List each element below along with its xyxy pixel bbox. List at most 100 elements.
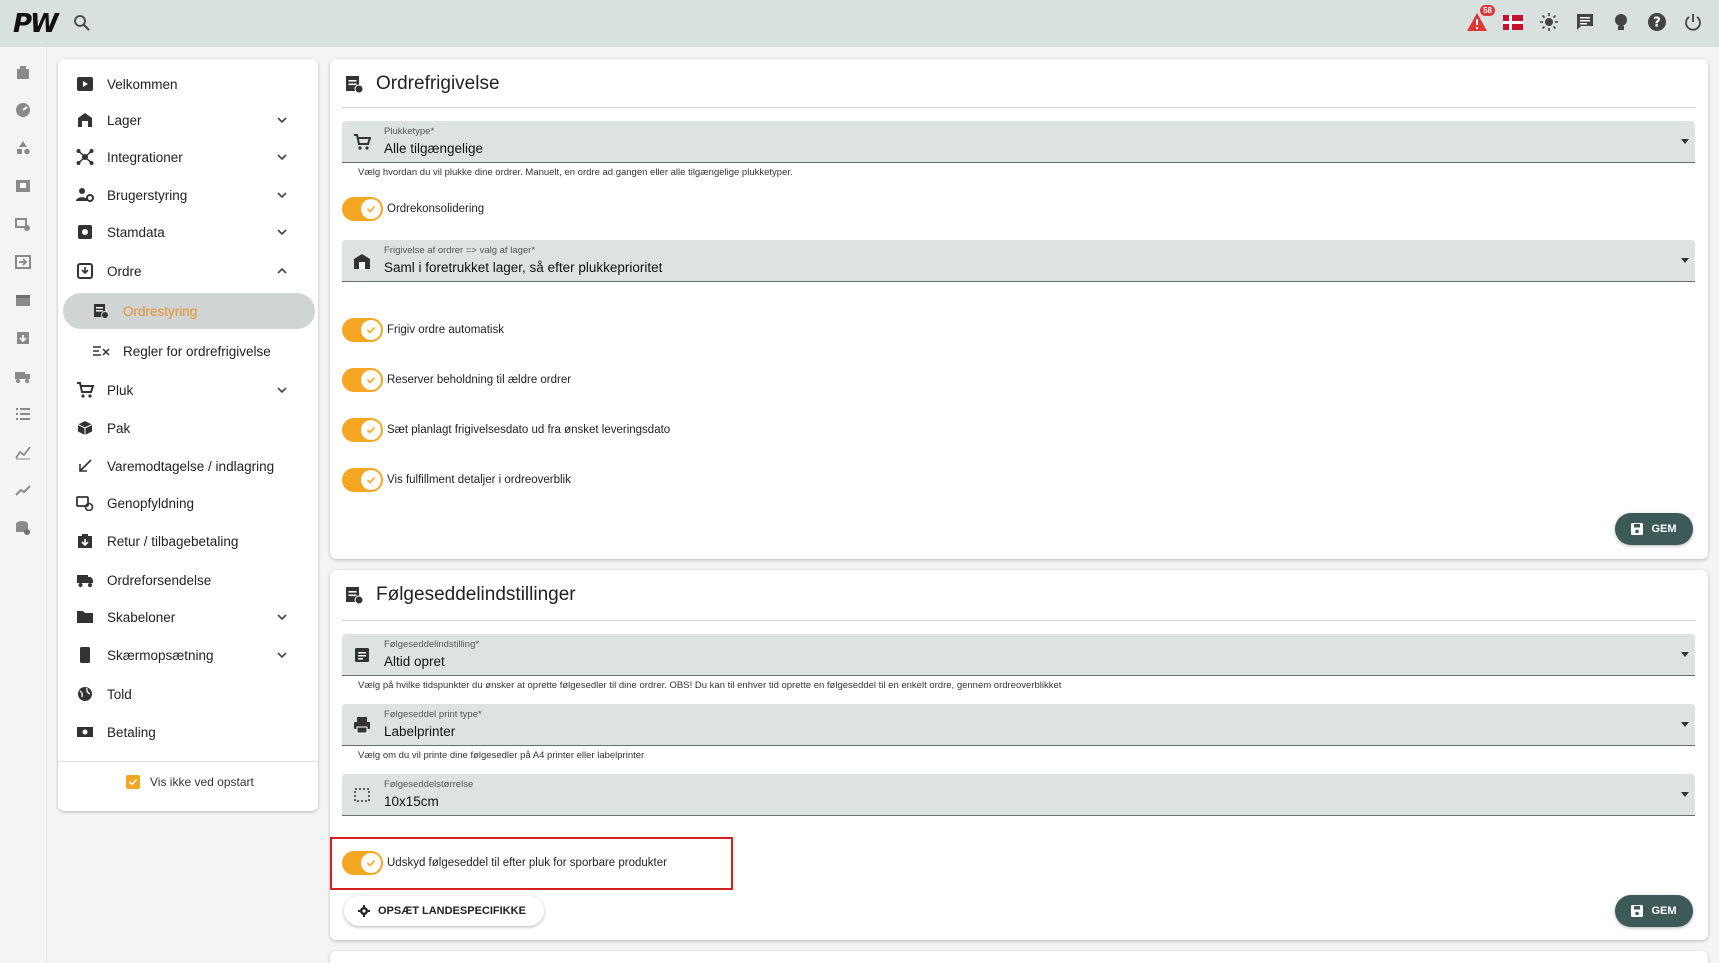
card-title: Ordrefrigivelse: [344, 73, 500, 95]
phone-icon: [75, 645, 95, 665]
toggle-switch[interactable]: [342, 418, 383, 442]
nav-item-ordreforsendelse[interactable]: Ordreforsendelse: [58, 562, 318, 598]
rail-store-icon[interactable]: [13, 290, 33, 310]
dropdown-arrow-icon[interactable]: [1681, 139, 1689, 144]
search-icon[interactable]: [72, 13, 92, 33]
field-label: Følgeseddel print type*: [384, 709, 482, 720]
nav-item-velkommen[interactable]: Velkommen: [58, 66, 318, 102]
rail-replenish-icon[interactable]: [13, 214, 33, 234]
startup-label: Vis ikke ved opstart: [150, 775, 254, 789]
nav-item-told[interactable]: Told: [58, 676, 318, 712]
slip-setting-select[interactable]: Følgeseddelindstilling* Altid opret: [342, 634, 1695, 676]
rail-dashboard-icon[interactable]: [13, 100, 33, 120]
hub-icon: [75, 147, 95, 167]
startup-checkbox-row[interactable]: Vis ikke ved opstart: [126, 775, 254, 789]
nav-item-regler[interactable]: Regler for ordrefrigivelse: [58, 333, 318, 369]
play-icon: [75, 74, 95, 94]
nav-item-brugerstyring[interactable]: Brugerstyring: [58, 177, 318, 213]
nav-item-skaermopsaetning[interactable]: Skærmopsætning: [58, 637, 318, 673]
cart-icon: [75, 380, 95, 400]
toggle-label: Frigiv ordre automatisk: [387, 324, 504, 336]
nav-label: Skabeloner: [107, 609, 176, 625]
dropdown-arrow-icon[interactable]: [1681, 792, 1689, 797]
lightbulb-icon[interactable]: [1609, 10, 1633, 34]
folder-icon: [75, 607, 95, 627]
field-label: Følgeseddelstørrelse: [384, 779, 474, 790]
help-icon[interactable]: ?: [1645, 10, 1669, 34]
nav-item-betaling[interactable]: Betaling: [58, 714, 318, 750]
nav-item-pak[interactable]: Pak: [58, 410, 318, 446]
nav-item-varemodtagelse[interactable]: Varemodtagelse / indlagring: [58, 448, 318, 484]
rail-truck-icon[interactable]: [13, 366, 33, 386]
chevron-up-icon: [277, 267, 287, 274]
app-logo[interactable]: PW: [13, 9, 59, 39]
planned-date-toggle-row[interactable]: Sæt planlagt frigivelsesdato ud fra ønsk…: [342, 418, 670, 442]
chevron-down-icon: [277, 154, 287, 161]
order-settings-icon: [91, 301, 111, 321]
rail-trend-icon[interactable]: [13, 480, 33, 500]
return-icon: [75, 531, 95, 551]
danish-flag-icon[interactable]: [1501, 10, 1525, 34]
country-specific-button[interactable]: OPSÆT LANDESPECIFIKKE: [344, 896, 544, 926]
arrow-down-left-icon: [75, 456, 95, 476]
nav-item-ordrestyring[interactable]: Ordrestyring: [63, 293, 315, 329]
warehouse-icon: [354, 254, 370, 269]
chevron-down-icon: [277, 117, 287, 124]
toggle-label: Vis fulfillment detaljer i ordreoverblik: [387, 474, 571, 486]
nav-item-pluk[interactable]: Pluk: [58, 372, 318, 408]
toggle-switch[interactable]: [342, 468, 383, 492]
save-button[interactable]: GEM: [1615, 513, 1693, 545]
auto-release-toggle-row[interactable]: Frigiv ordre automatisk: [342, 318, 504, 342]
dropdown-arrow-icon[interactable]: [1681, 722, 1689, 727]
nav-item-lager[interactable]: Lager: [58, 102, 318, 138]
dropdown-arrow-icon[interactable]: [1681, 652, 1689, 657]
nav-label: Ordreforsendelse: [107, 572, 212, 588]
nav-item-retur[interactable]: Retur / tilbagebetaling: [58, 523, 318, 559]
rail-warehouse-icon[interactable]: [13, 62, 33, 82]
toggle-switch[interactable]: [342, 197, 383, 221]
nav-item-ordre[interactable]: Ordre: [58, 253, 318, 289]
nav-item-skabeloner[interactable]: Skabeloner: [58, 599, 318, 635]
rail-transfer-icon[interactable]: [13, 252, 33, 272]
checkbox-checked-icon[interactable]: [126, 775, 140, 789]
toggle-switch[interactable]: [342, 368, 383, 392]
nav-item-stamdata[interactable]: Stamdata: [58, 214, 318, 250]
release-choice-select[interactable]: Frigivelse af ordrer => valg af lager* S…: [342, 240, 1695, 282]
theme-sun-icon[interactable]: [1537, 10, 1561, 34]
chevron-down-icon: [277, 614, 287, 621]
field-label: Frigivelse af ordrer => valg af lager*: [384, 245, 536, 256]
print-type-select[interactable]: Følgeseddel print type* Labelprinter: [342, 704, 1695, 746]
nav-item-integrationer[interactable]: Integrationer: [58, 139, 318, 175]
fulfillment-toggle-row[interactable]: Vis fulfillment detaljer i ordreoverblik: [342, 468, 571, 492]
save-icon: [1631, 905, 1644, 917]
users-gear-icon: [75, 185, 95, 205]
next-card: [330, 951, 1708, 963]
field-label: Følgeseddelindstilling*: [384, 639, 480, 650]
toggle-switch[interactable]: [342, 318, 383, 342]
nav-label: Velkommen: [107, 76, 178, 92]
rail-return-icon[interactable]: [13, 328, 33, 348]
rail-box-icon[interactable]: [13, 176, 33, 196]
rail-analytics-icon[interactable]: [13, 442, 33, 462]
nav-label: Integrationer: [107, 149, 183, 165]
consolidation-toggle-row[interactable]: Ordrekonsolidering: [342, 197, 484, 221]
reserve-toggle-row[interactable]: Reserver beholdning til ældre ordrer: [342, 368, 571, 392]
slip-size-select[interactable]: Følgeseddelstørrelse 10x15cm: [342, 774, 1695, 816]
pick-type-select[interactable]: Plukketype* Alle tilgængelige: [342, 121, 1695, 163]
chat-icon[interactable]: [1573, 10, 1597, 34]
rail-list-icon[interactable]: [13, 404, 33, 424]
power-icon[interactable]: [1681, 10, 1705, 34]
country-button-label: OPSÆT LANDESPECIFIKKE: [378, 905, 526, 917]
rail-settings-db-icon[interactable]: [13, 518, 33, 538]
rail-shapes-icon[interactable]: [13, 138, 33, 158]
dropdown-arrow-icon[interactable]: [1681, 258, 1689, 263]
alert-icon[interactable]: 58: [1465, 5, 1495, 34]
order-settings-icon: [346, 76, 364, 94]
nav-item-genopfyldning[interactable]: Genopfyldning: [58, 485, 318, 521]
nav-label: Ordrestyring: [123, 303, 198, 319]
save-button[interactable]: GEM: [1615, 895, 1693, 927]
field-value: Altid opret: [384, 654, 445, 669]
card-title: Følgeseddelindstillinger: [344, 584, 576, 606]
nav-label: Genopfyldning: [107, 495, 195, 511]
globe-icon: [75, 684, 95, 704]
